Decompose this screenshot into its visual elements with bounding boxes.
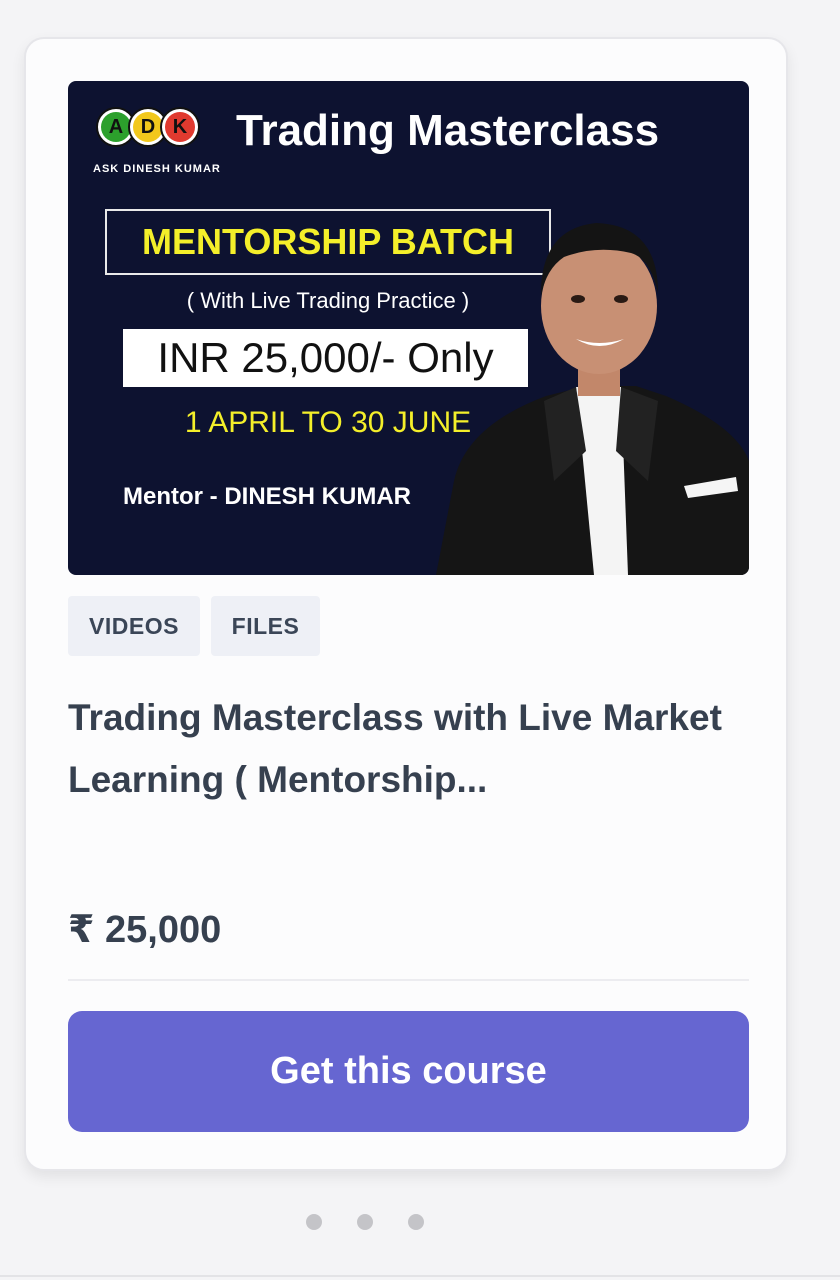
course-thumbnail[interactable]: A D K ASK DINESH KUMAR Trading Mastercla… [68, 81, 749, 575]
banner-title: Trading Masterclass [236, 106, 660, 155]
banner-mentor: Mentor - DINESH KUMAR [123, 483, 411, 510]
divider [0, 1275, 840, 1277]
course-title[interactable]: Trading Masterclass with Live Market Lea… [68, 687, 738, 811]
adk-logo: A D K [96, 107, 200, 147]
carousel-dot[interactable] [408, 1214, 424, 1230]
divider [68, 979, 749, 981]
tag-videos: VIDEOS [68, 596, 200, 656]
carousel-dot[interactable] [306, 1214, 322, 1230]
carousel-dot[interactable] [357, 1214, 373, 1230]
mentor-photo [436, 223, 749, 575]
tag-files: FILES [211, 596, 320, 656]
course-card: A D K ASK DINESH KUMAR Trading Mastercla… [24, 37, 788, 1171]
logo-subtitle: ASK DINESH KUMAR [93, 163, 221, 175]
get-course-button[interactable]: Get this course [68, 1011, 749, 1132]
course-price: ₹ 25,000 [68, 909, 222, 951]
carousel-pagination [0, 1214, 730, 1230]
